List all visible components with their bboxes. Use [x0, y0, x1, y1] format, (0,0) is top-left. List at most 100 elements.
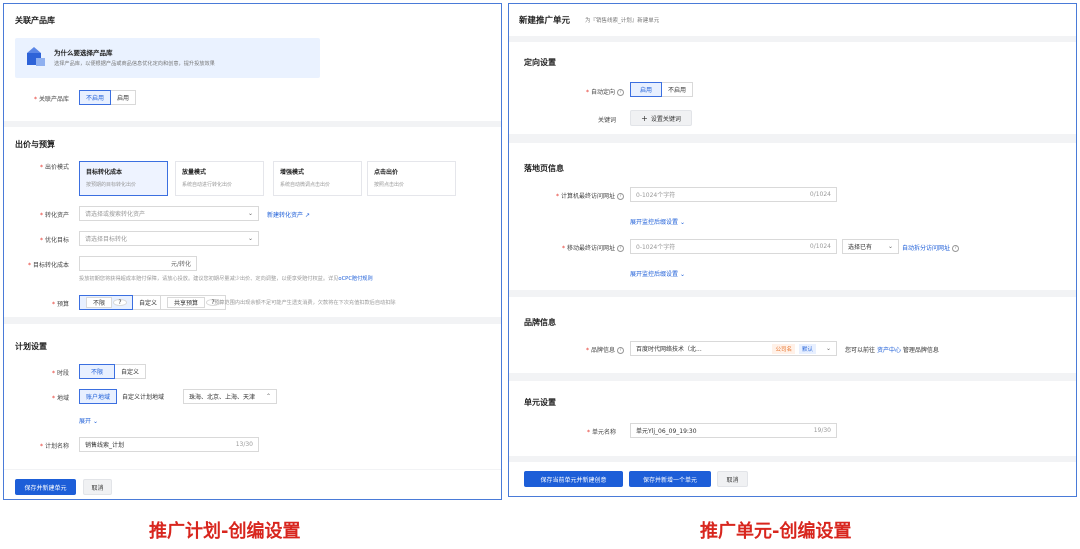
new-asset-link[interactable]: 新建转化资产 ↗: [267, 210, 310, 219]
cost-input[interactable]: 元/转化: [79, 256, 197, 271]
bidding-section: 出价与预算 * 出价模式 目标转化成本 按预期的目标转化出价 放量模式 系统自动进…: [4, 127, 501, 317]
targeting-title: 定向设置: [524, 58, 556, 67]
bid-mode-card-target[interactable]: 目标转化成本 按预期的目标转化出价: [79, 161, 168, 196]
budget-unlimited-option[interactable]: 不限?: [79, 295, 134, 310]
period-custom-option[interactable]: 自定义: [114, 364, 147, 379]
product-lib-toggle: 不启用 启用: [79, 90, 137, 105]
chevron-down-icon: ⌄: [887, 243, 893, 250]
unit-cancel-button[interactable]: 取消: [717, 471, 748, 487]
bidding-title: 出价与预算: [15, 140, 55, 149]
cost-unit: 元/转化: [170, 261, 191, 268]
auto-target-label: * 自动定向?: [569, 87, 624, 96]
brand-section: 品牌信息 * 品牌信息? 百度时代网络技术（北... 公司名 默认 ⌄ 您可以前往…: [509, 297, 1076, 373]
targeting-section: 定向设置 * 自动定向? 启用 不启用 关键词 + 设置关键词: [509, 42, 1076, 134]
landing-section: 落地页信息 * 计算机最终访问网址? 0-1024个字符 0/1024 展开监控后缀…: [509, 143, 1076, 290]
region-account-option[interactable]: 账户地域: [79, 389, 118, 404]
chevron-down-icon: ⌄: [247, 235, 253, 242]
region-label: * 地域: [51, 395, 69, 402]
banner-desc: 选择产品库，以便根据产品或商品信息优化定向和创意，提升投放效果: [54, 61, 215, 67]
bid-mode-card-volume[interactable]: 放量模式 系统自动进行转化出价: [175, 161, 264, 196]
unit-header: 新建推广单元 为『销售线索_计划』新建单元: [509, 4, 1076, 36]
save-and-new-creative-button[interactable]: 保存当前单元并新建创意: [524, 471, 623, 487]
period-unlimited-option[interactable]: 不限: [79, 364, 116, 379]
help-icon: ?: [617, 193, 624, 200]
goal-select[interactable]: 请选择目标转化 ⌄: [79, 231, 259, 246]
bid-mode-card-click[interactable]: 点击出价 按照点击出价: [367, 161, 456, 196]
region-custom-option[interactable]: 自定义计划地域: [116, 389, 171, 404]
brand-select[interactable]: 百度时代网络技术（北... 公司名 默认 ⌄: [630, 341, 837, 356]
bid-mode-card-enhanced[interactable]: 增强模式 系统自动微调点击出价: [273, 161, 362, 196]
unit-header-title: 新建推广单元: [519, 16, 571, 26]
unit-section: 单元设置 * 单元名称 单元Ylj_06_09_19:30 19/30 保存当前单元…: [509, 381, 1076, 496]
set-keyword-button[interactable]: + 设置关键词: [630, 110, 692, 126]
help-icon: ?: [113, 299, 128, 306]
landing-title: 落地页信息: [524, 164, 564, 173]
mobile-expand-monitor-link[interactable]: 展开监控后缀设置 ⌄: [630, 269, 685, 278]
plan-cancel-button[interactable]: 取消: [83, 479, 112, 495]
auto-split-url-link[interactable]: 自动拆分访问网址?: [902, 243, 960, 252]
asset-center-link[interactable]: 资产中心: [877, 347, 901, 354]
plan-caption: 推广计划-创编设置: [149, 521, 301, 542]
unit-settings-title: 单元设置: [524, 398, 556, 407]
unit-name-label: * 单元名称: [586, 429, 616, 436]
product-lib-banner: 为什么要选择产品库 选择产品库，以便根据产品或商品信息优化定向和创意，提升投放效…: [15, 38, 320, 78]
auto-target-off-option[interactable]: 不启用: [661, 82, 694, 97]
unit-panel: 新建推广单元 为『销售线索_计划』新建单元 定向设置 * 自动定向? 启用 不启用…: [508, 3, 1077, 497]
save-and-add-unit-button[interactable]: 保存并新增一个单元: [629, 471, 711, 487]
brand-label: * 品牌信息?: [569, 345, 624, 354]
auto-target-on-option[interactable]: 启用: [630, 82, 663, 97]
bid-mode-title: 增强模式: [280, 169, 305, 176]
ocpc-rule-link[interactable]: oCPC赔付规则: [338, 276, 372, 282]
chevron-down-icon: ⌄: [825, 345, 831, 352]
cost-label: * 目标转化成本: [27, 262, 69, 269]
plan-name-input[interactable]: 销售线索_计划 13/30: [79, 437, 259, 452]
region-toggle: 账户地域 自定义计划地域: [79, 389, 171, 404]
unit-name-value: 单元Ylj_06_09_19:30: [636, 428, 697, 435]
asset-select[interactable]: 请选择或搜索转化资产 ⌄: [79, 206, 259, 221]
asset-placeholder: 请选择或搜索转化资产: [85, 211, 146, 218]
divider: [509, 456, 1076, 462]
plus-icon: +: [641, 113, 648, 123]
unit-name-input[interactable]: 单元Ylj_06_09_19:30 19/30: [630, 423, 837, 438]
goal-placeholder: 请选择目标转化: [85, 236, 128, 243]
unit-caption: 推广单元-创编设置: [700, 521, 852, 542]
unit-header-sub: 为『销售线索_计划』新建单元: [585, 18, 660, 24]
help-icon: ?: [617, 89, 624, 96]
plan-panel: 关联产品库 为什么要选择产品库 选择产品库，以便根据产品或商品信息优化定向和创意…: [3, 3, 502, 500]
plan-section: 计划设置 * 时段 不限 自定义 * 地域 账户地域 自定义计划地域 珠海、北京、上…: [4, 324, 501, 469]
bid-mode-desc: 系统自动进行转化出价: [182, 182, 233, 188]
mobile-url-label: * 移动最终访问网址?: [529, 243, 624, 252]
product-lib-on-option[interactable]: 启用: [110, 90, 137, 105]
pc-expand-monitor-link[interactable]: 展开监控后缀设置 ⌄: [630, 217, 685, 226]
pc-url-input[interactable]: 0-1024个字符 0/1024: [630, 187, 837, 202]
pc-url-count: 0/1024: [809, 191, 831, 198]
product-lib-title: 关联产品库: [15, 16, 55, 25]
save-and-new-unit-button[interactable]: 保存并新建单元: [15, 479, 76, 495]
region-select[interactable]: 珠海、北京、上海、天津 ⌃: [183, 389, 277, 404]
auto-target-toggle: 启用 不启用: [630, 82, 694, 97]
bid-mode-title: 点击出价: [374, 169, 399, 176]
period-label: * 时段: [51, 370, 69, 377]
cost-hint: 投放初期您将获得超成本赔付保障，请放心投放。建议您初期尽量减少出价、定向调整，以…: [79, 276, 373, 282]
asset-label: * 转化资产: [39, 212, 69, 219]
pc-url-label: * 计算机最终访问网址?: [529, 191, 624, 200]
unit-name-count: 19/30: [813, 427, 831, 434]
mobile-url-count: 0/1024: [809, 243, 831, 250]
budget-hint: 预算范围内出现余额不足可能产生透支消费，欠款将在下次充值扣款后自动扣除: [214, 300, 396, 306]
plan-footer: 保存并新建单元 取消: [4, 470, 501, 499]
brand-title: 品牌信息: [524, 318, 556, 327]
mobile-url-input[interactable]: 0-1024个字符 0/1024: [630, 239, 837, 254]
budget-toggle: 不限? 自定义: [79, 295, 165, 310]
plan-title: 计划设置: [15, 342, 47, 351]
product-lib-off-option[interactable]: 不启用: [79, 90, 112, 105]
select-existing-dropdown[interactable]: 选择已有 ⌄: [842, 239, 899, 254]
banner-title: 为什么要选择产品库: [54, 49, 113, 57]
plan-name-value: 销售线索_计划: [85, 442, 125, 449]
budget-label: * 预算: [51, 301, 69, 308]
keyword-label: 关键词: [597, 117, 616, 124]
chevron-down-icon: ⌄: [679, 271, 685, 278]
external-link-icon: ↗: [304, 212, 310, 219]
bid-mode-title: 目标转化成本: [86, 169, 123, 176]
product-lib-section: 关联产品库 为什么要选择产品库 选择产品库，以便根据产品或商品信息优化定向和创意…: [4, 4, 501, 121]
region-expand-link[interactable]: 展开 ⌄: [79, 416, 98, 425]
